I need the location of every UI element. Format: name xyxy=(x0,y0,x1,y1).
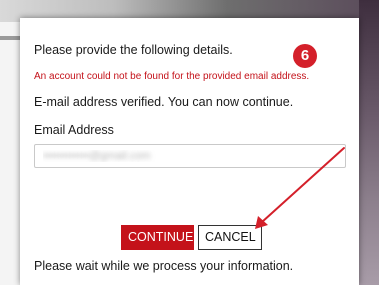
step-badge: 6 xyxy=(293,44,317,68)
verified-message: E-mail address verified. You can now con… xyxy=(34,95,294,109)
error-message: An account could not be found for the pr… xyxy=(34,71,310,82)
dialog-prompt: Please provide the following details. xyxy=(34,43,233,57)
background-image xyxy=(359,0,379,285)
cancel-button[interactable]: CANCEL xyxy=(198,225,262,250)
email-label: Email Address xyxy=(34,123,114,137)
wait-message: Please wait while we process your inform… xyxy=(34,259,294,273)
email-field[interactable] xyxy=(34,144,346,168)
background-left xyxy=(0,22,20,285)
continue-button[interactable]: CONTINUE xyxy=(121,225,194,250)
